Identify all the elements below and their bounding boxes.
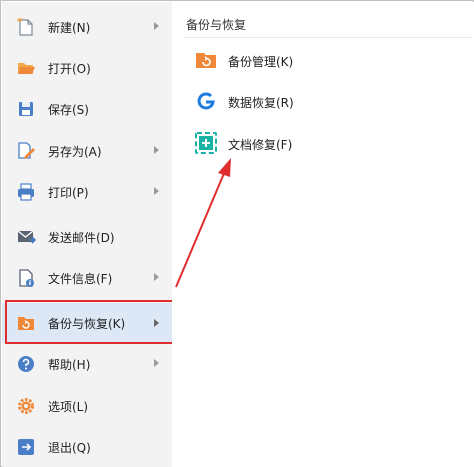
submenu-item-label: 数据恢复(R) [228,96,294,110]
submenu-arrow-icon [154,22,159,30]
submenu-panel: 备份与恢复 备份管理(K) 数据恢复(R) 文档修复(F) [172,2,474,467]
menu-item-exit[interactable]: 退出(Q) [2,428,172,466]
menu-item-help[interactable]: 帮助(H) [2,345,172,383]
menu-item-label: 另存为(A) [48,145,102,159]
menu-item-label: 文件信息(F) [48,272,113,286]
submenu-title: 备份与恢复 [186,18,247,32]
divider [184,37,472,38]
exit-icon [16,437,36,457]
menu-item-label: 新建(N) [48,21,91,35]
save-disk-icon [16,99,36,119]
backup-manage-icon [194,48,218,72]
open-folder-icon [16,58,36,78]
menu-item-label: 退出(Q) [48,441,91,455]
submenu-item-backup-manage[interactable]: 备份管理(K) [194,46,394,74]
submenu-arrow-icon [154,187,159,195]
menu-item-print[interactable]: 打印(P) [2,173,172,211]
menu-item-label: 保存(S) [48,103,89,117]
menu-item-label: 选项(L) [48,400,89,414]
help-icon [16,354,36,374]
submenu-item-label: 备份管理(K) [228,55,294,69]
menu-item-file-info[interactable]: 文件信息(F) [2,259,172,297]
menu-item-label: 帮助(H) [48,358,91,372]
data-recovery-icon [194,89,218,113]
submenu-arrow-icon [154,359,159,367]
new-document-icon [16,17,36,37]
menu-item-save-as[interactable]: 另存为(A) [2,132,172,170]
document-repair-icon [194,131,218,155]
file-menu-window: 新建(N) 打开(O) 保存(S) 另存为(A) 打印(P) 发送邮件(D) 文… [0,0,474,467]
menu-item-label: 发送邮件(D) [48,231,115,245]
menu-item-options[interactable]: 选项(L) [2,387,172,425]
menu-item-send-mail[interactable]: 发送邮件(D) [2,218,172,256]
submenu-arrow-icon [154,273,159,281]
menu-item-label: 打开(O) [48,62,91,76]
gear-icon [16,396,36,416]
menu-item-label: 打印(P) [48,186,89,200]
printer-icon [16,182,36,202]
menu-item-new[interactable]: 新建(N) [2,8,172,46]
menu-item-save[interactable]: 保存(S) [2,90,172,128]
submenu-item-document-repair[interactable]: 文档修复(F) [194,129,394,157]
menu-item-open[interactable]: 打开(O) [2,49,172,87]
submenu-arrow-icon [154,146,159,154]
highlight-annotation-box [5,300,175,344]
send-mail-icon [16,227,37,247]
file-menu-sidebar: 新建(N) 打开(O) 保存(S) 另存为(A) 打印(P) 发送邮件(D) 文… [2,2,172,467]
file-info-icon [16,268,36,288]
save-as-icon [16,141,36,161]
submenu-item-label: 文档修复(F) [228,138,293,152]
submenu-item-data-recovery[interactable]: 数据恢复(R) [194,87,394,115]
